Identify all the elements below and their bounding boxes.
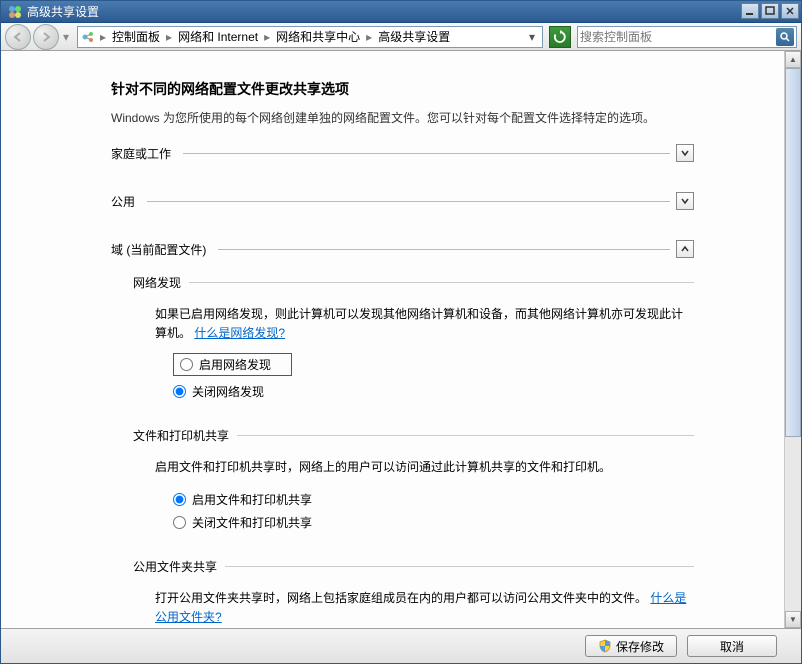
breadcrumb-dropdown[interactable]: ▾ [524,30,540,44]
highlighted-option: 启用网络发现 [173,353,292,376]
button-label: 保存修改 [616,638,664,655]
app-icon [7,4,23,20]
section-title: 网络发现 [133,274,181,291]
expand-button[interactable] [676,192,694,210]
section-network-discovery: 网络发现 如果已启用网络发现，则此计算机可以发现其他网络计算机和设备，而其他网络… [133,274,694,403]
window-frame: 高级共享设置 ▾ ▸ 控制面板 ▸ 网络 [0,0,802,664]
search-box [577,26,797,48]
profile-public: 公用 [111,192,694,210]
shield-icon [598,639,612,653]
chevron-right-icon[interactable]: ▸ [262,30,272,44]
chevron-right-icon[interactable]: ▸ [164,30,174,44]
button-label: 取消 [720,638,744,655]
help-link[interactable]: 什么是网络发现? [194,326,285,340]
window-title: 高级共享设置 [27,3,99,20]
profile-label: 公用 [111,193,135,210]
maximize-button[interactable] [761,3,779,19]
page-description: Windows 为您所使用的每个网络创建单独的网络配置文件。您可以针对每个配置文… [111,109,694,126]
profile-label: 家庭或工作 [111,145,171,162]
radio-fileprint-on[interactable] [173,493,186,506]
profile-domain: 域 (当前配置文件) [111,240,694,258]
titlebar: 高级共享设置 [1,1,801,23]
search-icon[interactable] [776,28,794,46]
expand-button[interactable] [676,144,694,162]
divider [189,282,694,283]
profile-home: 家庭或工作 [111,144,694,162]
scroll-down-button[interactable]: ▼ [785,611,801,628]
scroll-track[interactable] [785,68,801,611]
radio-label: 启用网络发现 [199,356,271,373]
profile-label: 域 (当前配置文件) [111,241,206,258]
divider [237,435,694,436]
history-dropdown[interactable]: ▾ [61,30,71,44]
minimize-button[interactable] [741,3,759,19]
radio-fileprint-off[interactable] [173,516,186,529]
chevron-right-icon[interactable]: ▸ [364,30,374,44]
navbar: ▾ ▸ 控制面板 ▸ 网络和 Internet ▸ 网络和共享中心 ▸ 高级共享… [1,23,801,51]
scroll-thumb[interactable] [785,68,801,437]
radio-label: 启用文件和打印机共享 [192,491,312,508]
cancel-button[interactable]: 取消 [687,635,777,657]
page-heading: 针对不同的网络配置文件更改共享选项 [111,79,694,99]
section-public-folder: 公用文件夹共享 打开公用文件夹共享时，网络上包括家庭组成员在内的用户都可以访问公… [133,558,694,628]
refresh-button[interactable] [549,26,571,48]
section-title: 文件和打印机共享 [133,427,229,444]
breadcrumb-item[interactable]: 控制面板 [108,28,164,45]
content-area: 针对不同的网络配置文件更改共享选项 Windows 为您所使用的每个网络创建单独… [1,51,801,663]
search-input[interactable] [580,30,776,44]
back-button[interactable] [5,24,31,50]
section-title: 公用文件夹共享 [133,558,217,575]
breadcrumb: ▸ 控制面板 ▸ 网络和 Internet ▸ 网络和共享中心 ▸ 高级共享设置… [77,26,543,48]
radio-label: 关闭文件和打印机共享 [192,514,312,531]
divider [147,201,670,202]
breadcrumb-item[interactable]: 网络和共享中心 [272,28,364,45]
window-controls [741,3,799,19]
scroll-up-button[interactable]: ▲ [785,51,801,68]
section-description: 如果已启用网络发现，则此计算机可以发现其他网络计算机和设备，而其他网络计算机亦可… [155,305,694,343]
divider [225,566,694,567]
section-description: 启用文件和打印机共享时，网络上的用户可以访问通过此计算机共享的文件和打印机。 [155,458,694,477]
close-button[interactable] [781,3,799,19]
network-icon [80,29,96,45]
divider [218,249,670,250]
section-file-printer: 文件和打印机共享 启用文件和打印机共享时，网络上的用户可以访问通过此计算机共享的… [133,427,694,533]
divider [183,153,670,154]
forward-button[interactable] [33,24,59,50]
radio-label: 关闭网络发现 [192,383,264,400]
save-button[interactable]: 保存修改 [585,635,677,657]
bottom-bar: 保存修改 取消 [1,629,801,663]
radio-discovery-on[interactable] [180,358,193,371]
breadcrumb-item[interactable]: 网络和 Internet [174,28,262,45]
collapse-button[interactable] [676,240,694,258]
chevron-right-icon[interactable]: ▸ [98,30,108,44]
radio-discovery-off[interactable] [173,385,186,398]
breadcrumb-item[interactable]: 高级共享设置 [374,28,454,45]
section-description: 打开公用文件夹共享时，网络上包括家庭组成员在内的用户都可以访问公用文件夹中的文件… [155,589,694,627]
vertical-scrollbar[interactable]: ▲ ▼ [784,51,801,628]
